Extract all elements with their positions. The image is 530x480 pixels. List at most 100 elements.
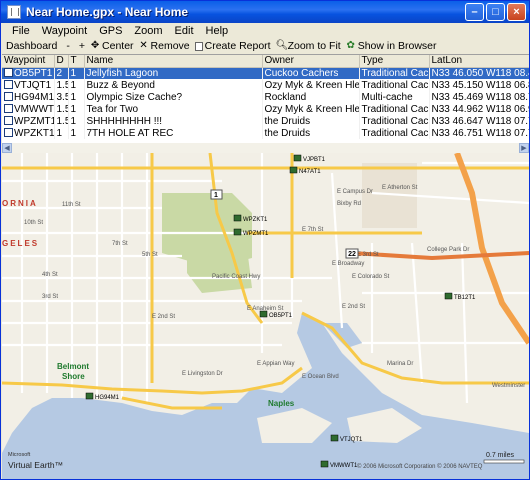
street-label: E Livingston Dr [182, 371, 223, 377]
row-checkbox[interactable] [4, 103, 13, 113]
cell-waypoint: WPZMT1 [2, 115, 55, 127]
street-label: 11th St [62, 202, 81, 208]
cell-name: SHHHHHHHH !!! [84, 115, 263, 127]
street-label: E Colorado St [352, 274, 390, 280]
cell-owner: the Druids [262, 115, 360, 127]
cell-type: Traditional Cache [359, 79, 430, 91]
report-icon [194, 41, 203, 51]
map-view[interactable]: ORNIA GELES 10th St 11th St 7th St 5th S… [2, 153, 529, 479]
cell-name: Tea for Two [84, 103, 263, 115]
row-checkbox[interactable] [4, 127, 13, 137]
table-row[interactable]: HG94M13.51Olympic Size Cache?RocklandMul… [2, 91, 529, 103]
center-label: Center [102, 40, 134, 52]
waypoint-code: WPZKT1 [14, 127, 54, 139]
table-row[interactable]: VTJQT11.51Buzz & BeyondOzy Myk & Kreen H… [2, 79, 529, 91]
horizontal-scrollbar[interactable]: ◀ ▶ [2, 143, 529, 153]
street-label: E Atherton St [382, 185, 418, 191]
col-waypoint[interactable]: Waypoint [2, 55, 55, 68]
cache-marker-label: WPZKT1 [243, 217, 268, 223]
remove-x-icon: ✕ [139, 40, 148, 51]
street-label: Westminster [492, 383, 525, 389]
zoom-in-button[interactable]: + [79, 40, 85, 52]
cell-d: 3.5 [54, 91, 69, 103]
show-in-browser-button[interactable]: ✿ Show in Browser [346, 40, 437, 52]
menu-file[interactable]: File [6, 25, 36, 37]
cell-d: 1.5 [54, 103, 69, 115]
cache-box-icon [259, 310, 268, 318]
map-canvas[interactable]: ORNIA GELES 10th St 11th St 7th St 5th S… [2, 153, 529, 479]
dashboard-button[interactable]: Dashboard [6, 40, 57, 52]
waypoint-table: Waypoint D T Name Owner Type LatLon OB5P… [2, 54, 529, 143]
route-1-label: 1 [214, 192, 218, 199]
table-row[interactable]: WPZKT1 1 1 7TH HOLE AT REC the Druids Traditi… [2, 127, 529, 139]
cache-marker-label: VJPBT1 [303, 157, 326, 163]
cell-latlon: N33 46.751 W118 07.750 [429, 127, 529, 139]
state-label: ORNIA [2, 199, 38, 208]
col-difficulty[interactable]: D [54, 55, 69, 68]
scale-label: 0.7 miles [486, 452, 515, 459]
cell-t: 1 [68, 67, 85, 79]
scroll-right-icon[interactable]: ▶ [519, 143, 529, 153]
place-label: Belmont [57, 362, 89, 371]
col-name[interactable]: Name [84, 55, 263, 68]
cell-type: Traditional Cache [359, 127, 430, 139]
scroll-left-icon[interactable]: ◀ [2, 143, 12, 153]
maximize-button[interactable]: □ [486, 3, 505, 21]
col-owner[interactable]: Owner [262, 55, 360, 68]
cell-owner: Ozy Myk & Kreen Hleen [262, 103, 360, 115]
app-window: Near Home.gpx - Near Home – □ × File Way… [0, 0, 530, 480]
center-button[interactable]: ✥ Center [90, 40, 134, 52]
street-label: E 3rd St [357, 252, 379, 258]
app-icon [7, 5, 21, 19]
zoom-to-fit-button[interactable]: 🔍︎ Zoom to Fit [276, 40, 341, 52]
cell-waypoint: OB5PT1 [2, 67, 55, 79]
cell-t: 1 [68, 91, 85, 103]
title-bar[interactable]: Near Home.gpx - Near Home – □ × [1, 1, 529, 23]
col-type[interactable]: Type [359, 55, 430, 68]
cell-type: Traditional Cache [359, 115, 430, 127]
street-label: E Ocean Blvd [302, 374, 339, 380]
menu-bar: File Waypoint GPS Zoom Edit Help [2, 23, 529, 39]
create-report-label: Create Report [204, 40, 271, 52]
zoom-out-button[interactable]: - [66, 40, 70, 52]
toolbar: Dashboard - + ✥ Center ✕ Remove Create R… [2, 39, 529, 53]
show-in-browser-label: Show in Browser [357, 40, 437, 52]
cache-marker-label: OB5PT1 [269, 313, 293, 319]
table-header: Waypoint D T Name Owner Type LatLon [2, 55, 529, 68]
cache-marker-label: VMWWT1 [330, 463, 358, 469]
table-row[interactable]: OB5PT1 2 1 Jellyfish Lagoon Cuckoo Cachers Tr… [2, 67, 529, 79]
row-checkbox[interactable] [4, 79, 13, 89]
remove-button[interactable]: ✕ Remove [139, 40, 189, 52]
cell-name: Jellyfish Lagoon [84, 67, 263, 79]
crosshair-icon: ✥ [90, 40, 100, 51]
cell-type: Traditional Cache [359, 103, 430, 115]
cell-latlon: N33 44.962 W118 06.940 [429, 103, 529, 115]
row-checkbox[interactable] [4, 115, 13, 125]
table-row[interactable]: WPZMT11.51SHHHHHHHH !!!the DruidsTraditi… [2, 115, 529, 127]
cell-d: 1.5 [54, 79, 69, 91]
row-checkbox[interactable] [4, 67, 13, 77]
col-latlon[interactable]: LatLon [429, 55, 529, 68]
cell-waypoint: VMWWT1 [2, 103, 55, 115]
menu-waypoint[interactable]: Waypoint [36, 25, 93, 37]
cache-marker-label: N47AT1 [299, 169, 321, 175]
minimize-button[interactable]: – [465, 3, 484, 21]
close-button[interactable]: × [507, 3, 526, 21]
table-row[interactable]: VMWWT11.51Tea for TwoOzy Myk & Kreen Hle… [2, 103, 529, 115]
menu-zoom[interactable]: Zoom [128, 25, 168, 37]
col-terrain[interactable]: T [68, 55, 85, 68]
create-report-button[interactable]: Create Report [194, 40, 271, 52]
virtual-earth-logo: Virtual Earth™ [8, 460, 63, 470]
street-label: 10th St [24, 220, 43, 226]
menu-edit[interactable]: Edit [169, 25, 200, 37]
street-label: E Appian Way [257, 361, 294, 367]
cache-box-icon [320, 460, 329, 468]
menu-gps[interactable]: GPS [93, 25, 128, 37]
menu-help[interactable]: Help [200, 25, 235, 37]
cache-marker-label: WPZMT1 [243, 231, 269, 237]
row-checkbox[interactable] [4, 91, 13, 101]
cache-marker-label: HG94M1 [95, 395, 120, 401]
logo-small: Microsoft [8, 452, 31, 458]
cell-latlon: N33 45.469 W118 08.760 [429, 91, 529, 103]
cell-t: 1 [68, 79, 85, 91]
